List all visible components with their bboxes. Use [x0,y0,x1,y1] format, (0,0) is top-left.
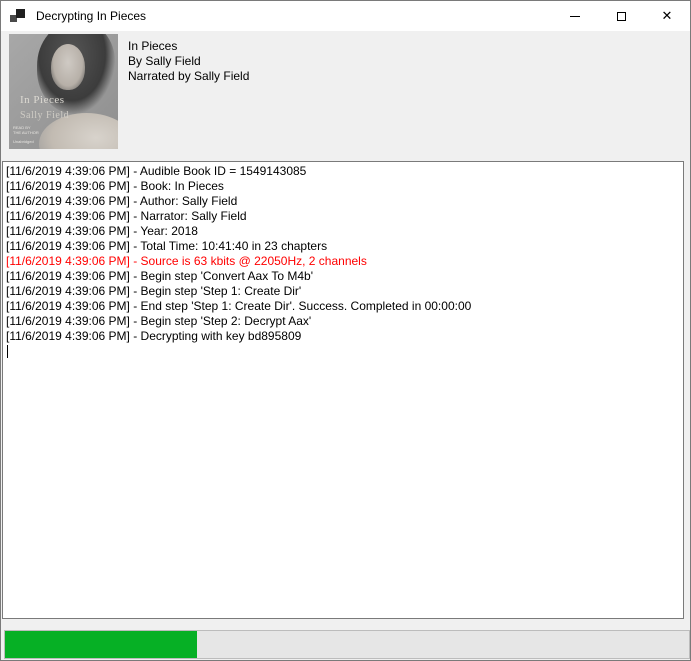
close-button[interactable]: ✕ [644,1,690,31]
app-window-icon [10,8,26,24]
cover-author-text: Sally Field [20,110,69,121]
minimize-icon [570,16,580,17]
log-line: [11/6/2019 4:39:06 PM] - Total Time: 10:… [6,239,680,254]
book-narrator: Narrated by Sally Field [128,69,249,84]
window-title: Decrypting In Pieces [36,9,146,23]
log-line: [11/6/2019 4:39:06 PM] - Author: Sally F… [6,194,680,209]
log-line: [11/6/2019 4:39:06 PM] - Begin step 'Con… [6,269,680,284]
book-author: By Sally Field [128,54,249,69]
book-cover-image: In Pieces Sally Field READ BY THE AUTHOR… [9,34,118,149]
maximize-button[interactable] [598,1,644,31]
log-output-textbox[interactable]: [11/6/2019 4:39:06 PM] - Audible Book ID… [2,161,684,619]
log-line: [11/6/2019 4:39:06 PM] - Book: In Pieces [6,179,680,194]
book-title: In Pieces [128,39,249,54]
log-line: [11/6/2019 4:39:06 PM] - Year: 2018 [6,224,680,239]
window-controls: ✕ [552,1,690,31]
log-line: [11/6/2019 4:39:06 PM] - Decrypting with… [6,329,680,344]
maximize-icon [617,12,626,21]
book-info: In Pieces By Sally Field Narrated by Sal… [128,39,249,84]
log-line: [11/6/2019 4:39:06 PM] - Audible Book ID… [6,164,680,179]
progress-bar-fill [5,631,197,658]
cover-read-by-text: READ BY THE AUTHOR [13,125,39,135]
title-bar[interactable]: Decrypting In Pieces ✕ [1,1,690,31]
cover-title-text: In Pieces [20,94,65,106]
decrypt-progress-bar [4,630,690,659]
decrypt-window: Decrypting In Pieces ✕ In Pieces Sally F… [0,0,691,661]
minimize-button[interactable] [552,1,598,31]
log-line: [11/6/2019 4:39:06 PM] - Begin step 'Ste… [6,314,680,329]
log-line: [11/6/2019 4:39:06 PM] - Source is 63 kb… [6,254,680,269]
log-lines: [11/6/2019 4:39:06 PM] - Audible Book ID… [6,164,680,344]
close-icon: ✕ [662,10,673,23]
text-caret [7,345,8,358]
log-line: [11/6/2019 4:39:06 PM] - Begin step 'Ste… [6,284,680,299]
cover-edition-text: Unabridged [13,139,34,144]
cover-portrait-face [51,44,85,90]
log-line: [11/6/2019 4:39:06 PM] - End step 'Step … [6,299,680,314]
log-line: [11/6/2019 4:39:06 PM] - Narrator: Sally… [6,209,680,224]
